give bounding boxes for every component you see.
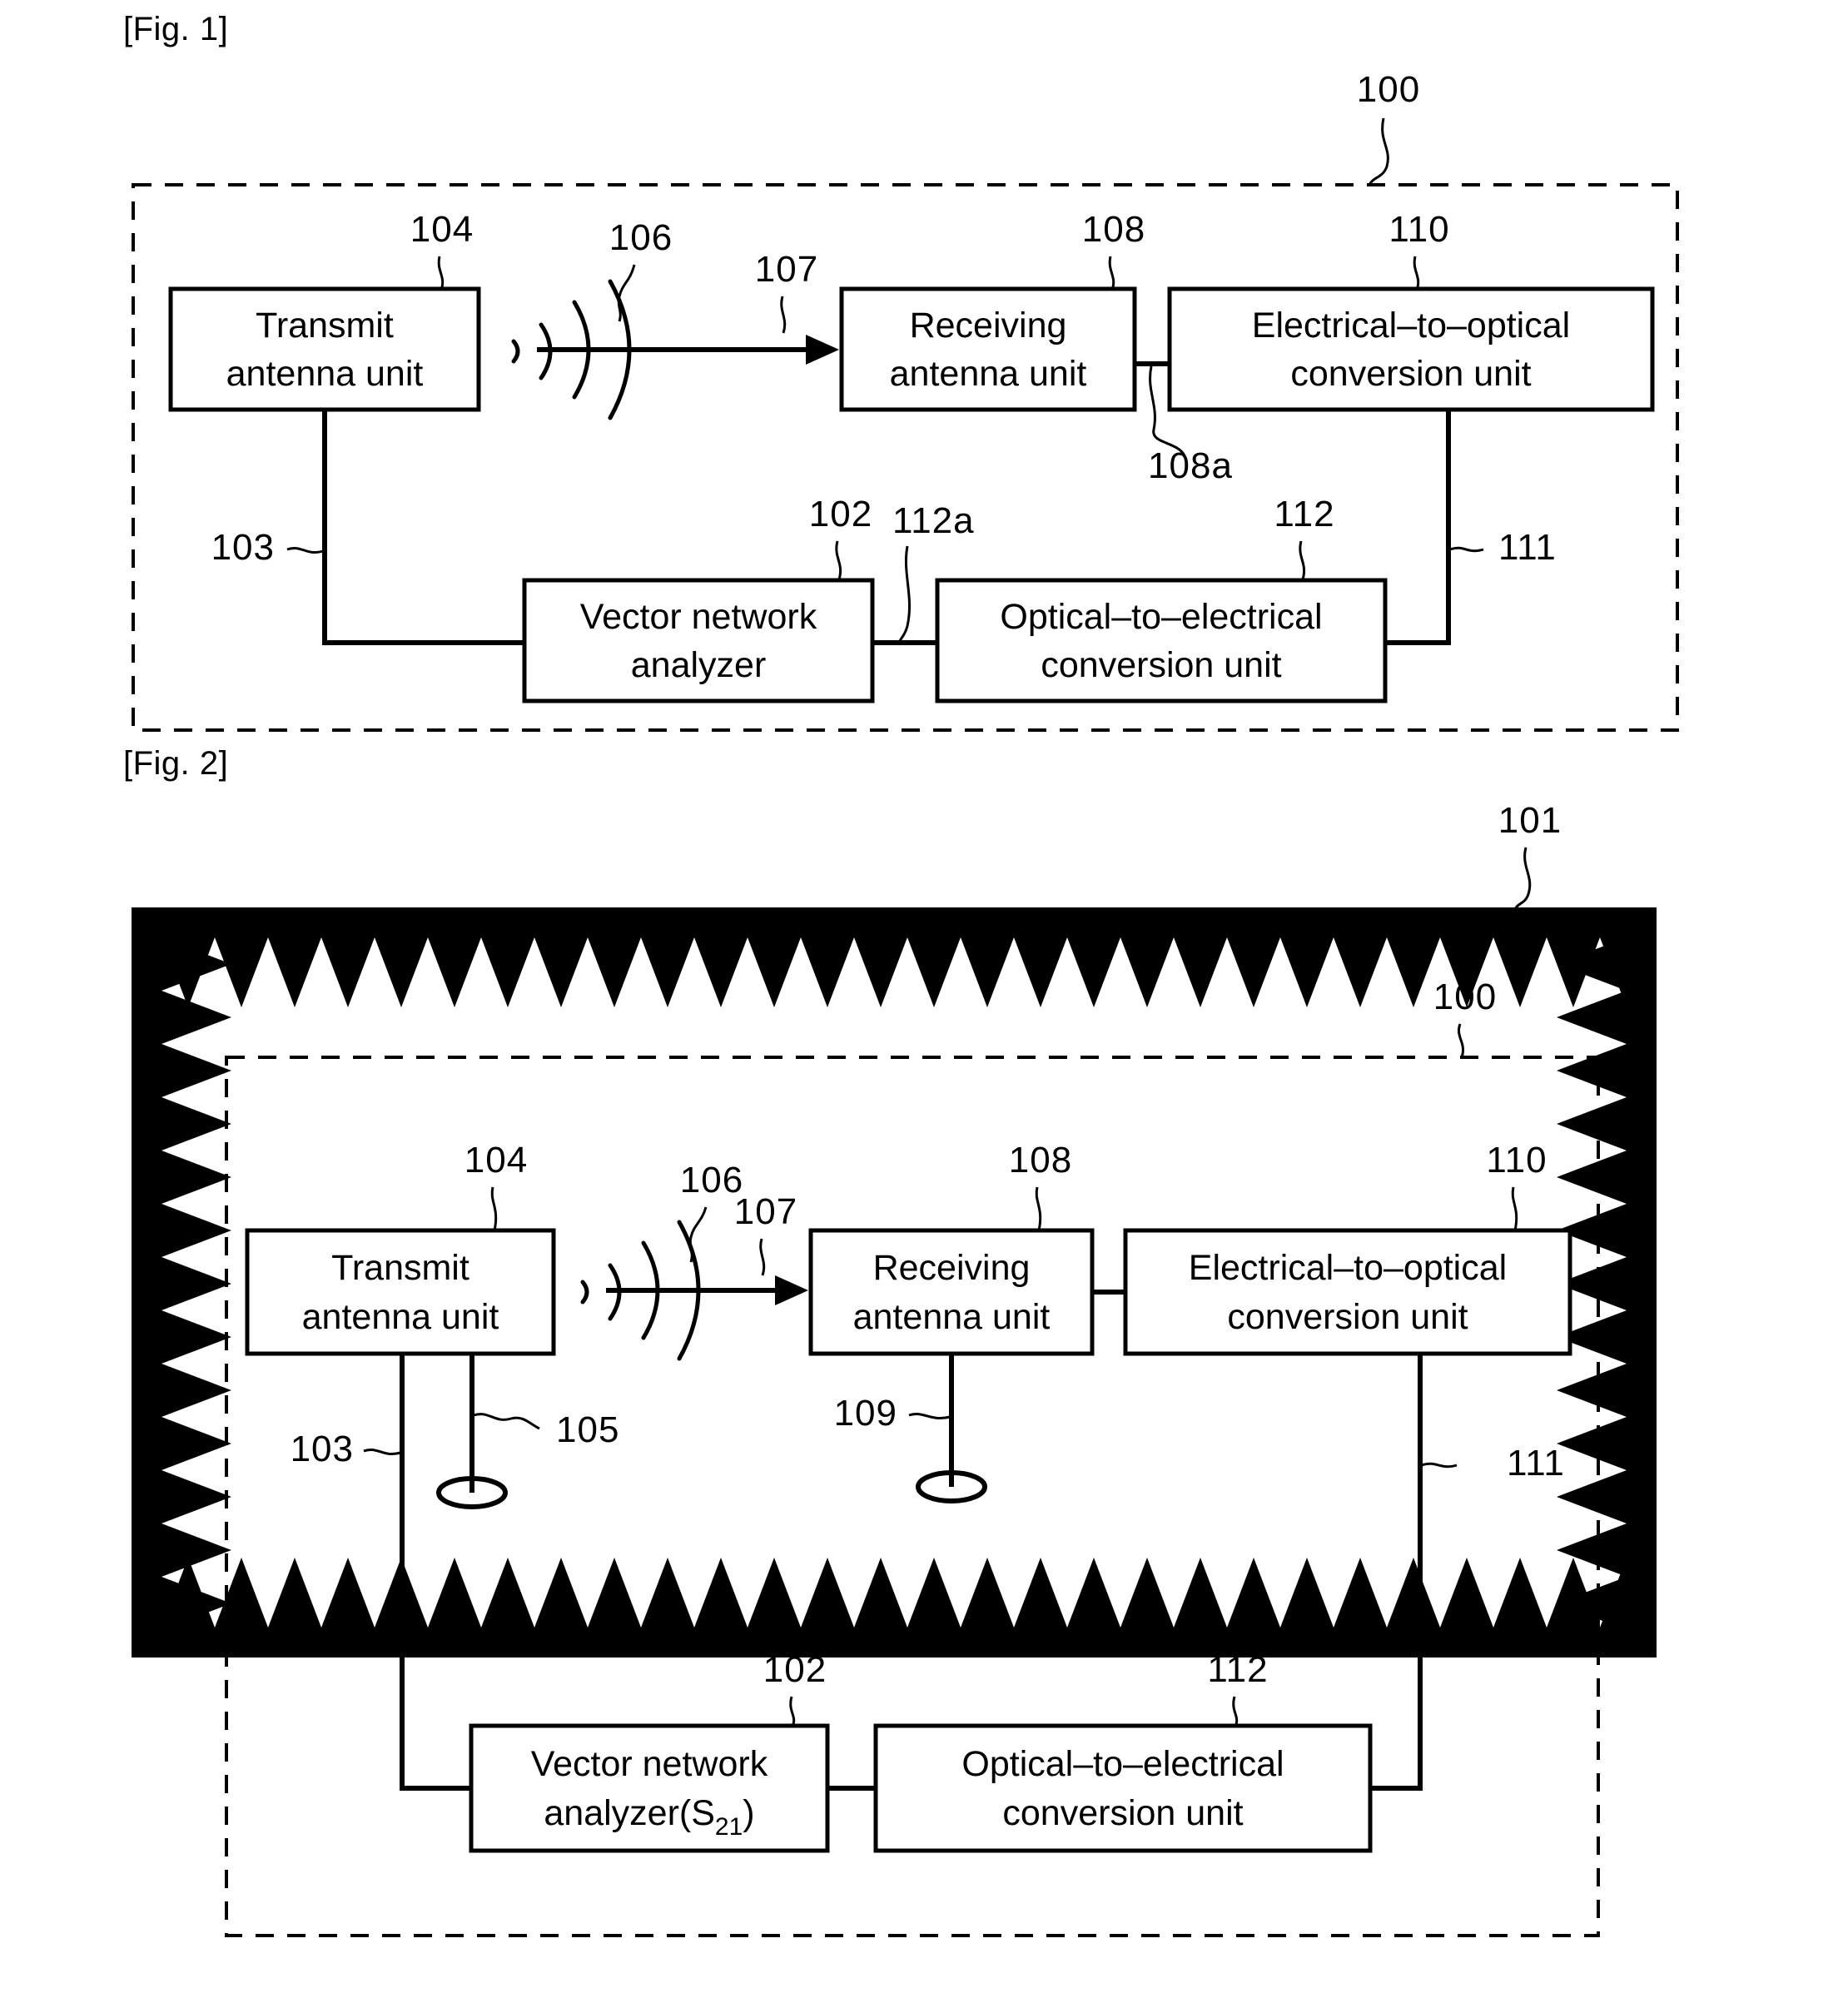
fig1-electrical-to-optical-label-line1: Electrical–to–optical bbox=[1252, 306, 1570, 345]
fig1-ref-102: 102 bbox=[809, 494, 872, 534]
fig1-propagation-arrow bbox=[537, 335, 839, 365]
fig2-receiving-antenna-label-line2: antenna unit bbox=[853, 1297, 1051, 1337]
fig1-transmit-antenna-label-line1: Transmit bbox=[256, 306, 394, 345]
fig2-transmit-antenna-label-line1: Transmit bbox=[331, 1248, 469, 1288]
fig2-leader-102 bbox=[789, 1696, 796, 1727]
fig1-ref-104: 104 bbox=[410, 209, 474, 250]
fig2-caption: [Fig. 2] bbox=[123, 745, 228, 782]
fig2-ref-102: 102 bbox=[763, 1649, 827, 1690]
fig1-leader-107 bbox=[780, 296, 787, 334]
fig1-ref-103: 103 bbox=[211, 527, 275, 568]
fig2-electrical-to-optical-label-line1: Electrical–to–optical bbox=[1189, 1248, 1507, 1288]
fig2-leader-103 bbox=[363, 1449, 401, 1455]
fig1-transmit-antenna-label-line2: antenna unit bbox=[226, 354, 424, 394]
fig2-ref-108: 108 bbox=[1009, 1140, 1072, 1180]
fig1-cable-103 bbox=[322, 410, 524, 645]
fig2-propagation-arrow bbox=[606, 1275, 808, 1305]
fig1-ref-107: 107 bbox=[755, 249, 818, 290]
fig2-ref-112: 112 bbox=[1207, 1649, 1268, 1690]
fig1-system-boundary bbox=[132, 183, 1679, 732]
fig1-leader-104 bbox=[437, 256, 445, 291]
fig2-leader-100 bbox=[1458, 1023, 1464, 1058]
fig1-leader-106 bbox=[617, 264, 636, 322]
fig2-leader-107 bbox=[759, 1238, 766, 1276]
fig1-optical-to-electrical-label-line2: conversion unit bbox=[1041, 645, 1281, 685]
fig2-leader-110 bbox=[1511, 1186, 1518, 1231]
fig2-optical-to-electrical-label-line1: Optical–to–electrical bbox=[961, 1744, 1284, 1784]
fig2-ref-103: 103 bbox=[291, 1429, 354, 1469]
fig2-ref-101: 101 bbox=[1498, 800, 1562, 841]
fig1-vna-label-line1: Vector network bbox=[580, 597, 817, 637]
fig1-ref-110: 110 bbox=[1388, 209, 1449, 250]
fig1-leader-112 bbox=[1299, 540, 1306, 580]
fig2-receiving-antenna-label-line1: Receiving bbox=[873, 1248, 1031, 1288]
fig2-ref-100: 100 bbox=[1433, 977, 1497, 1017]
patent-figure-sheet: [Fig. 1] 100 Transmit antenna unit 104 1… bbox=[0, 0, 1848, 1993]
fig2-leader-101 bbox=[1513, 847, 1532, 910]
fig2-absorber-teeth-top bbox=[161, 937, 1653, 1007]
fig1-ref-111: 111 bbox=[1498, 527, 1557, 568]
fig1-leader-100 bbox=[1368, 117, 1389, 186]
fig2-ref-105: 105 bbox=[556, 1409, 619, 1450]
fig2-absorber-teeth-left bbox=[161, 937, 231, 1630]
fig1-ref-100: 100 bbox=[1357, 69, 1420, 110]
fig2-leader-106 bbox=[688, 1206, 708, 1263]
fig2-leader-111 bbox=[1421, 1462, 1458, 1469]
fig2-ref-107: 107 bbox=[734, 1191, 797, 1232]
fig1-receiving-antenna-label-line2: antenna unit bbox=[890, 354, 1087, 394]
fig1-optical-to-electrical-label-line1: Optical–to–electrical bbox=[1000, 597, 1322, 637]
fig2-leader-108 bbox=[1035, 1186, 1042, 1231]
fig1-leader-112a bbox=[897, 545, 911, 644]
figure-2-group: [Fig. 2] 101 100 Transmit antenna unit 1… bbox=[123, 745, 1657, 1937]
fig2-vna-label-line1: Vector network bbox=[531, 1744, 768, 1784]
fig2-ref-110: 110 bbox=[1486, 1140, 1547, 1180]
fig1-ref-112a: 112a bbox=[892, 500, 975, 541]
fig1-receiving-antenna-label-line1: Receiving bbox=[910, 306, 1067, 345]
fig2-vna-label-subscript: 21 bbox=[715, 1813, 743, 1841]
fig2-leader-105 bbox=[473, 1413, 540, 1430]
fig2-antenna-support-105 bbox=[436, 1354, 508, 1509]
fig1-ref-108: 108 bbox=[1082, 209, 1145, 250]
fig2-electrical-to-optical-label-line2: conversion unit bbox=[1227, 1297, 1468, 1337]
fig1-ref-108a: 108a bbox=[1148, 445, 1233, 486]
fig2-leader-112 bbox=[1232, 1696, 1239, 1727]
fig2-ref-111: 111 bbox=[1507, 1443, 1565, 1484]
fig1-ref-112: 112 bbox=[1274, 494, 1334, 534]
fig1-optical-fiber-111 bbox=[1385, 410, 1451, 645]
fig2-leader-109 bbox=[908, 1413, 951, 1419]
fig1-electrical-to-optical-label-line2: conversion unit bbox=[1290, 354, 1531, 394]
fig1-caption: [Fig. 1] bbox=[123, 11, 228, 47]
fig2-vna-label-suffix: ) bbox=[743, 1793, 754, 1833]
fig2-vna-label-prefix: analyzer(S bbox=[544, 1793, 715, 1833]
fig1-ref-106: 106 bbox=[609, 217, 673, 258]
fig2-ref-109: 109 bbox=[834, 1393, 897, 1434]
figure-1-group: [Fig. 1] 100 Transmit antenna unit 104 1… bbox=[123, 11, 1679, 732]
fig1-leader-103 bbox=[286, 547, 324, 554]
fig2-antenna-support-109 bbox=[916, 1354, 987, 1503]
fig1-leader-108 bbox=[1108, 256, 1115, 291]
fig2-ref-104: 104 bbox=[464, 1140, 528, 1180]
fig2-optical-to-electrical-label-line2: conversion unit bbox=[1002, 1793, 1243, 1833]
fig1-leader-102 bbox=[835, 540, 842, 580]
fig2-transmit-antenna-label-line2: antenna unit bbox=[302, 1297, 499, 1337]
fig1-vna-label-line2: analyzer bbox=[631, 645, 767, 685]
fig1-leader-111 bbox=[1449, 546, 1484, 553]
figure-canvas: [Fig. 1] 100 Transmit antenna unit 104 1… bbox=[123, 11, 1679, 1937]
fig2-cable-103 bbox=[400, 1354, 471, 1791]
fig2-absorber-teeth-bottom bbox=[161, 1558, 1653, 1628]
fig1-leader-110 bbox=[1413, 256, 1420, 291]
fig2-leader-104 bbox=[490, 1186, 498, 1231]
